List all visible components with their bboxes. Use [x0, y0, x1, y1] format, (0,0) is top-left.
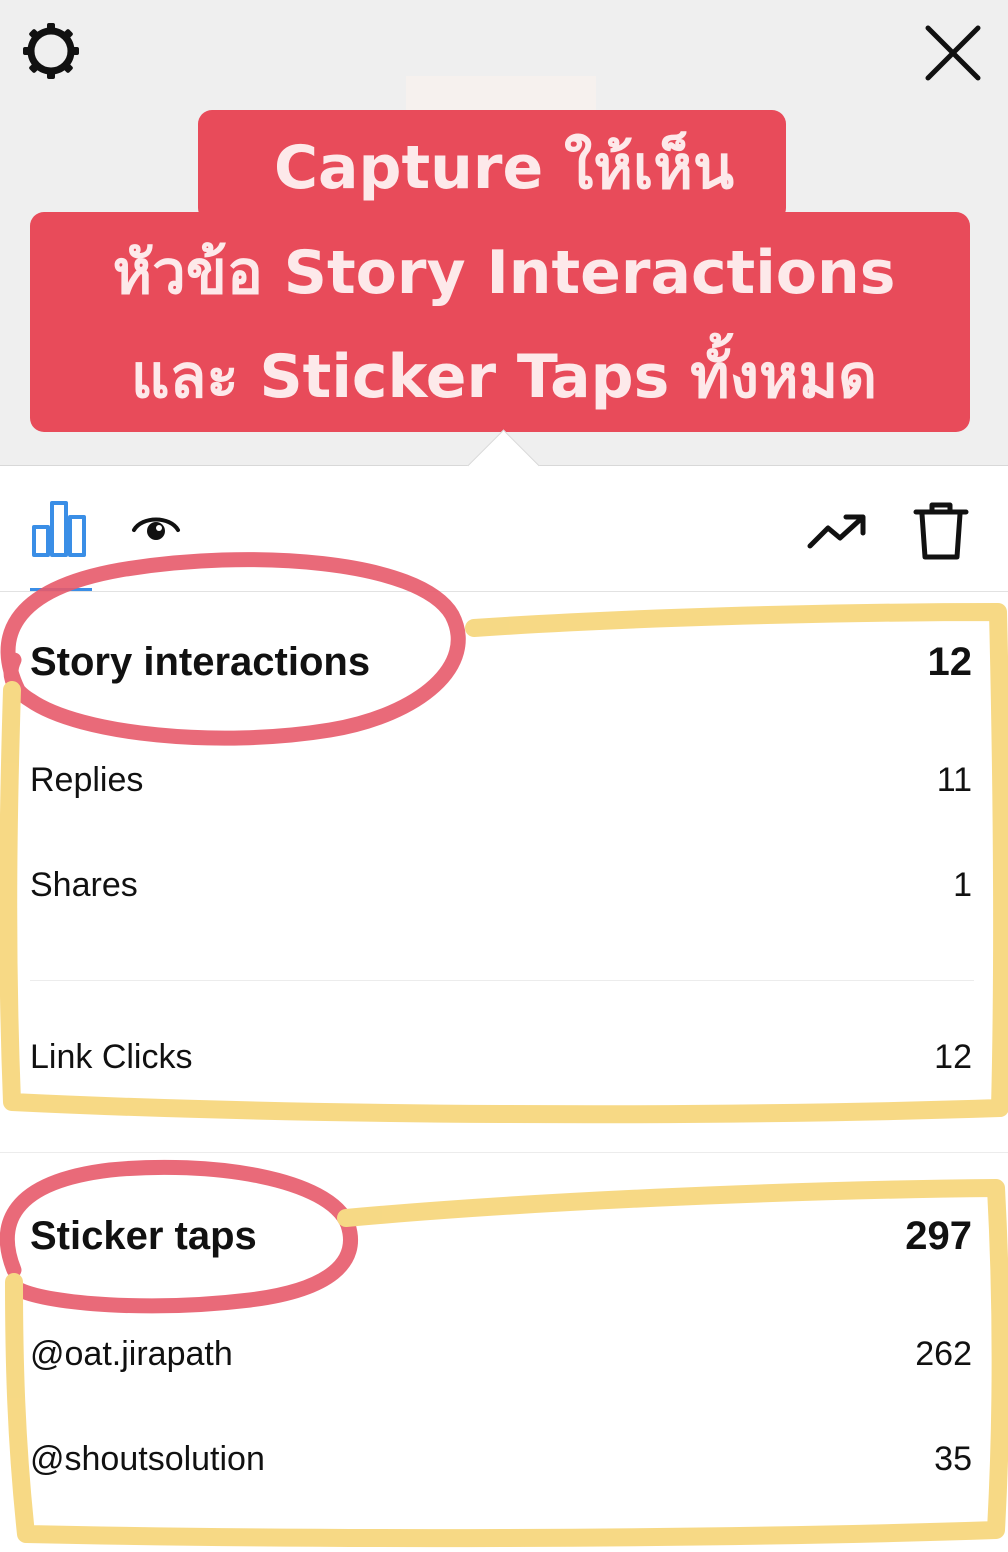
eye-icon[interactable] [130, 510, 182, 546]
list-item-value: 262 [915, 1335, 972, 1373]
close-icon[interactable] [918, 20, 986, 88]
caption-line-3: และ Sticker Taps ทั้งหมด [130, 342, 878, 412]
story-interactions-title: Story interactions [30, 640, 371, 684]
list-item-label: @oat.jirapath [30, 1335, 233, 1373]
sticker-taps-title: Sticker taps [30, 1214, 257, 1258]
bar-chart-icon[interactable] [30, 497, 92, 559]
toolbar-divider [0, 591, 1008, 592]
trending-up-icon[interactable] [806, 510, 868, 552]
caption-line-1: Capture ให้เห็น [274, 133, 734, 203]
story-insights-screen: Capture ให้เห็น หัวข้อ Story Interaction… [0, 0, 1008, 1552]
trash-icon[interactable] [912, 500, 970, 562]
sticker-taps-total: 297 [905, 1214, 972, 1258]
section-divider [0, 1152, 1008, 1153]
list-item-value: 1 [953, 866, 972, 904]
list-item-label: @shoutsolution [30, 1440, 265, 1478]
list-item-label: Shares [30, 866, 138, 904]
insights-sheet [0, 465, 1008, 1552]
story-interactions-total: 12 [927, 640, 973, 684]
list-item-label: Link Clicks [30, 1038, 193, 1076]
list-item-value: 35 [934, 1440, 972, 1478]
list-item-value: 12 [934, 1038, 972, 1076]
caption-line-2: หัวข้อ Story Interactions [112, 238, 896, 308]
list-item-value: 11 [936, 761, 972, 799]
gear-icon[interactable] [18, 18, 84, 84]
list-item-label: Replies [30, 761, 144, 799]
row-divider [30, 980, 974, 981]
